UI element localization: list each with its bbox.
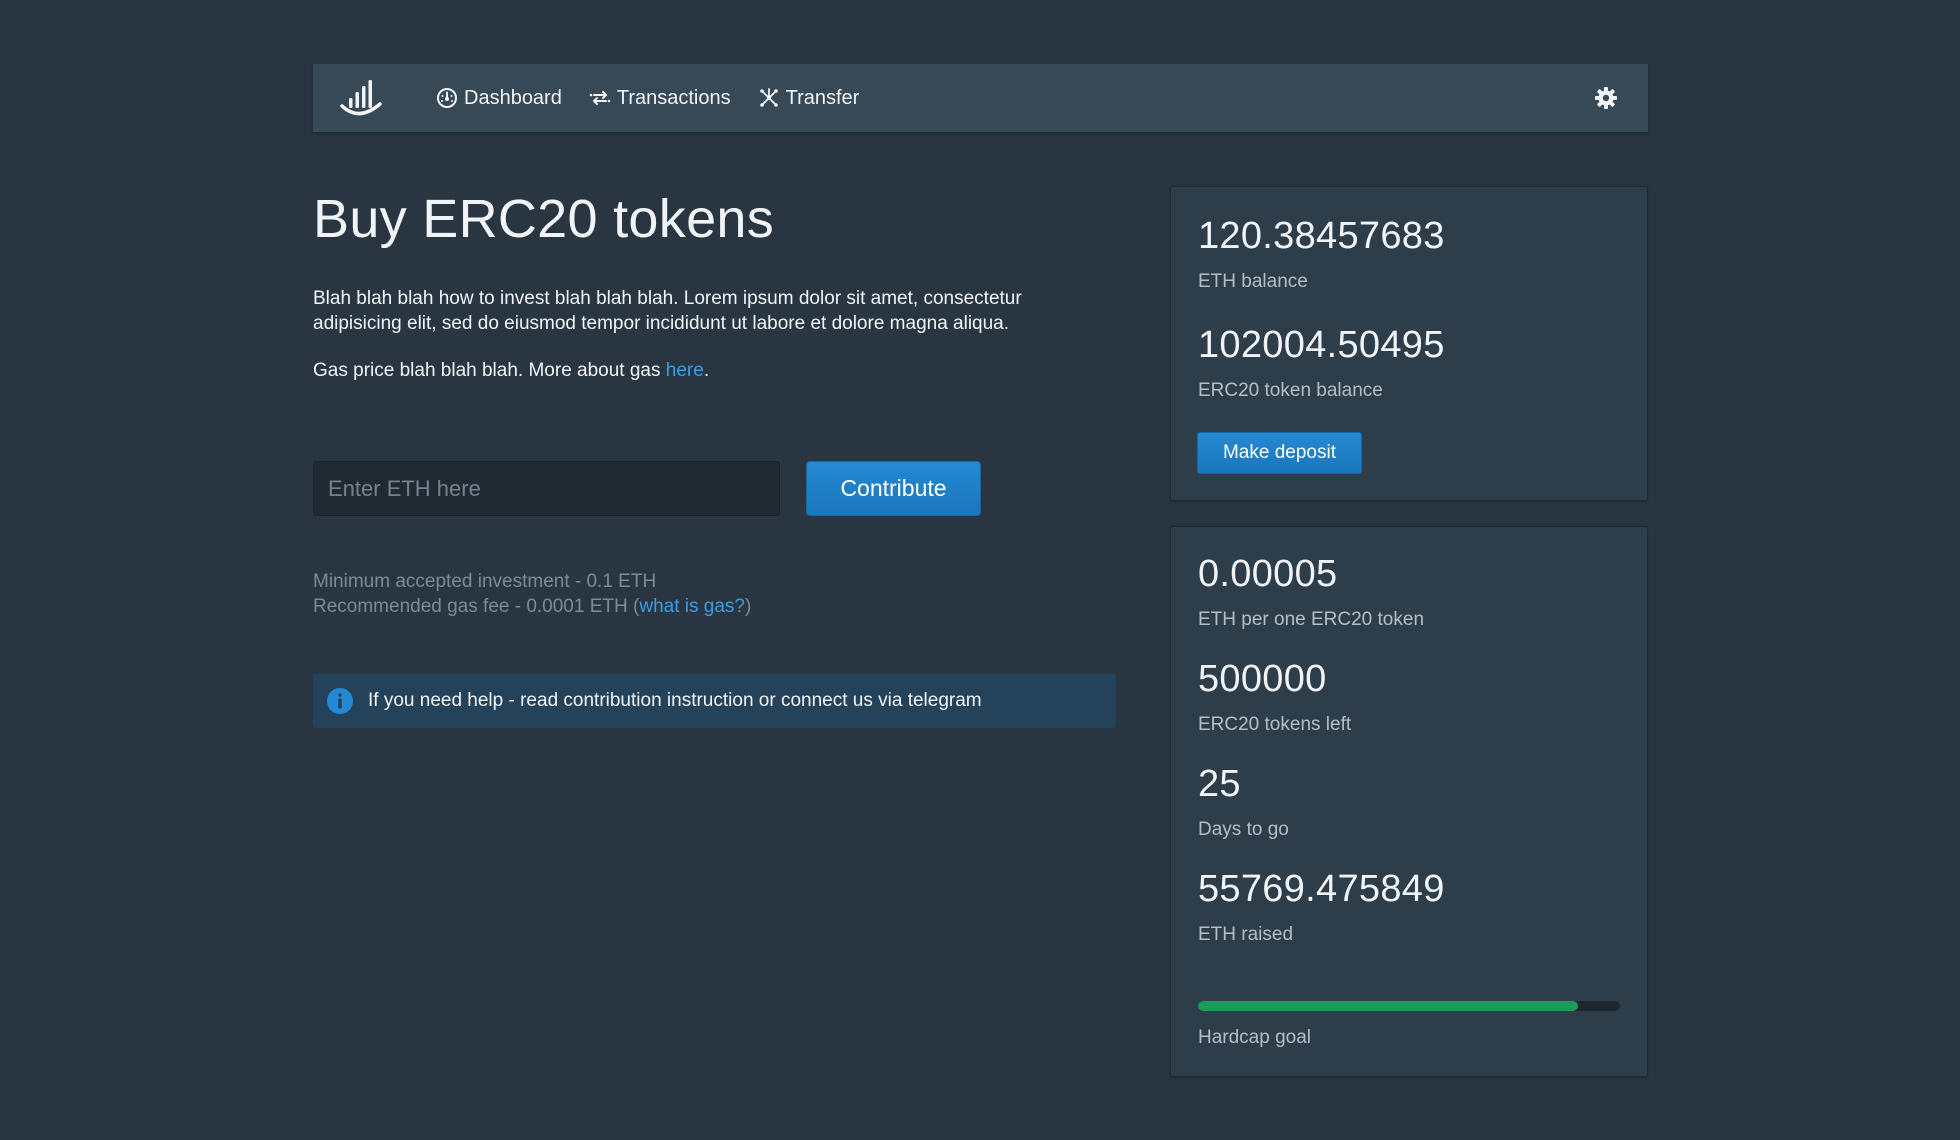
nav-links: Dashboard Transactions Transfer: [435, 86, 885, 110]
hardcap-progress-bar: [1198, 1001, 1620, 1011]
intro-text: Blah blah blah how to invest blah blah b…: [313, 288, 1022, 334]
make-deposit-button[interactable]: Make deposit: [1197, 432, 1362, 474]
nav-item-label: Dashboard: [464, 86, 562, 109]
transfer-icon: [757, 86, 781, 110]
days-to-go-label: Days to go: [1198, 819, 1289, 840]
gauge-icon: [435, 86, 459, 110]
nav-item-label: Transactions: [616, 86, 731, 109]
gas-info-link[interactable]: here: [666, 360, 704, 381]
token-price-label: ETH per one ERC20 token: [1198, 609, 1425, 630]
gas-price-suffix: .: [703, 360, 710, 381]
nav-item-dashboard[interactable]: Dashboard: [435, 86, 562, 110]
hardcap-progress-fill: [1198, 1001, 1578, 1011]
eth-balance-label: ETH balance: [1198, 271, 1308, 292]
bars-logo-icon[interactable]: [337, 74, 385, 122]
gas-fee-text: Recommended gas fee - 0.0001 ETH (: [313, 596, 640, 617]
gas-fee-suffix: ): [744, 596, 752, 617]
info-icon: [326, 687, 354, 715]
eth-amount-input[interactable]: [313, 461, 780, 516]
token-price-value: 0.00005: [1198, 553, 1338, 595]
min-investment-text: Minimum accepted investment - 0.1 ETH: [313, 571, 657, 592]
help-alert: If you need help - read contribution ins…: [313, 674, 1116, 728]
transactions-icon: [588, 86, 612, 110]
tokens-left-label: ERC20 tokens left: [1198, 714, 1352, 735]
tokens-left-value: 500000: [1198, 658, 1327, 700]
top-navbar: Dashboard Transactions Transfer: [313, 64, 1648, 132]
what-is-gas-link[interactable]: what is gas?: [639, 596, 745, 617]
gas-price-label: Gas price blah blah blah. More about gas: [313, 360, 666, 381]
help-text: If you need help - read contribution ins…: [368, 690, 982, 711]
token-balance-value: 102004.50495: [1198, 324, 1445, 366]
eth-raised-value: 55769.475849: [1198, 868, 1445, 910]
gear-icon[interactable]: [1592, 84, 1620, 112]
eth-balance-value: 120.38457683: [1198, 215, 1445, 257]
contribute-button[interactable]: Contribute: [806, 461, 981, 516]
stats-card: 0.00005 ETH per one ERC20 token 500000 E…: [1170, 526, 1648, 1077]
eth-raised-label: ETH raised: [1198, 924, 1294, 945]
investment-info: Minimum accepted investment - 0.1 ETH Rec…: [313, 569, 751, 619]
nav-item-transfer[interactable]: Transfer: [757, 86, 860, 110]
days-to-go-value: 25: [1198, 763, 1241, 805]
gas-price-text: Gas price blah blah blah. More about gas…: [313, 358, 709, 383]
nav-item-transactions[interactable]: Transactions: [588, 86, 731, 110]
page-title: Buy ERC20 tokens: [313, 189, 775, 249]
hardcap-label: Hardcap goal: [1198, 1027, 1312, 1048]
token-balance-label: ERC20 token balance: [1198, 380, 1383, 401]
balance-card: 120.38457683 ETH balance 102004.50495 ER…: [1170, 186, 1648, 501]
nav-item-label: Transfer: [785, 86, 860, 109]
